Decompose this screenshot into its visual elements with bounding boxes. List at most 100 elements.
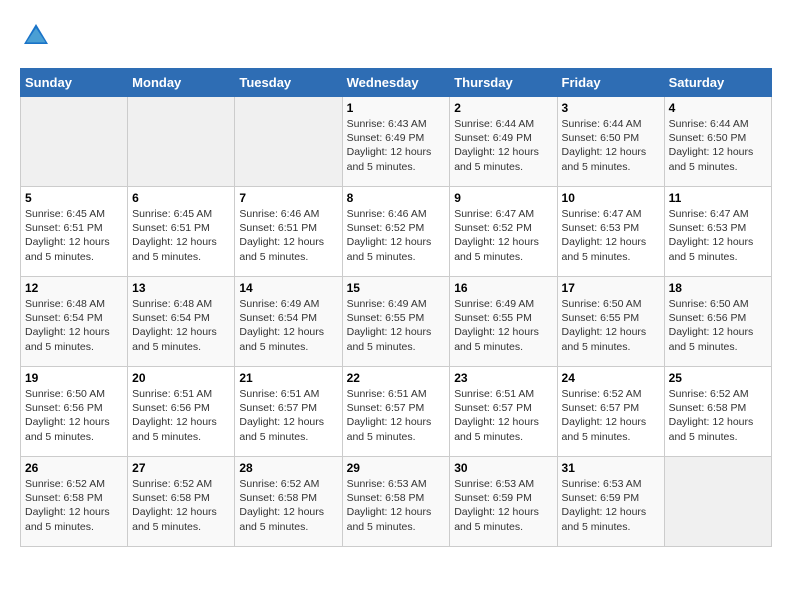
day-info: Sunrise: 6:53 AM Sunset: 6:59 PM Dayligh… (454, 477, 552, 534)
day-info: Sunrise: 6:48 AM Sunset: 6:54 PM Dayligh… (132, 297, 230, 354)
day-number: 12 (25, 281, 123, 295)
day-number: 13 (132, 281, 230, 295)
day-info: Sunrise: 6:44 AM Sunset: 6:50 PM Dayligh… (562, 117, 660, 174)
calendar-cell: 21 Sunrise: 6:51 AM Sunset: 6:57 PM Dayli… (235, 367, 342, 457)
calendar-cell: 11 Sunrise: 6:47 AM Sunset: 6:53 PM Dayli… (664, 187, 771, 277)
day-info: Sunrise: 6:49 AM Sunset: 6:54 PM Dayligh… (239, 297, 337, 354)
day-info: Sunrise: 6:44 AM Sunset: 6:50 PM Dayligh… (669, 117, 767, 174)
calendar-cell: 6Sunrise: 6:45 AM Sunset: 6:51 PM Daylig… (128, 187, 235, 277)
calendar-cell: 8Sunrise: 6:46 AM Sunset: 6:52 PM Daylig… (342, 187, 450, 277)
day-number: 15 (347, 281, 446, 295)
day-number: 18 (669, 281, 767, 295)
calendar-cell (21, 97, 128, 187)
calendar-cell: 4 Sunrise: 6:44 AM Sunset: 6:50 PM Daylig… (664, 97, 771, 187)
day-info: Sunrise: 6:51 AM Sunset: 6:57 PM Dayligh… (454, 387, 552, 444)
day-number: 24 (562, 371, 660, 385)
calendar-cell: 13 Sunrise: 6:48 AM Sunset: 6:54 PM Dayli… (128, 277, 235, 367)
day-info: Sunrise: 6:52 AM Sunset: 6:58 PM Dayligh… (25, 477, 123, 534)
header-friday: Friday (557, 69, 664, 97)
day-number: 20 (132, 371, 230, 385)
day-number: 23 (454, 371, 552, 385)
day-info: Sunrise: 6:44 AM Sunset: 6:49 PM Dayligh… (454, 117, 552, 174)
day-info: Sunrise: 6:47 AM Sunset: 6:53 PM Dayligh… (562, 207, 660, 264)
calendar-cell: 16 Sunrise: 6:49 AM Sunset: 6:55 PM Dayli… (450, 277, 557, 367)
day-info: Sunrise: 6:50 AM Sunset: 6:55 PM Dayligh… (562, 297, 660, 354)
calendar-header-row: SundayMondayTuesdayWednesdayThursdayFrid… (21, 69, 772, 97)
header-saturday: Saturday (664, 69, 771, 97)
calendar-cell (664, 457, 771, 547)
day-info: Sunrise: 6:45 AM Sunset: 6:51 PM Dayligh… (25, 207, 123, 264)
day-info: Sunrise: 6:51 AM Sunset: 6:57 PM Dayligh… (347, 387, 446, 444)
day-info: Sunrise: 6:50 AM Sunset: 6:56 PM Dayligh… (669, 297, 767, 354)
day-info: Sunrise: 6:46 AM Sunset: 6:51 PM Dayligh… (239, 207, 337, 264)
calendar-cell (235, 97, 342, 187)
calendar-cell: 3 Sunrise: 6:44 AM Sunset: 6:50 PM Daylig… (557, 97, 664, 187)
header-wednesday: Wednesday (342, 69, 450, 97)
day-number: 21 (239, 371, 337, 385)
day-info: Sunrise: 6:47 AM Sunset: 6:52 PM Dayligh… (454, 207, 552, 264)
calendar-cell: 15 Sunrise: 6:49 AM Sunset: 6:55 PM Dayli… (342, 277, 450, 367)
calendar-cell: 29 Sunrise: 6:53 AM Sunset: 6:58 PM Dayli… (342, 457, 450, 547)
day-number: 4 (669, 101, 767, 115)
day-number: 28 (239, 461, 337, 475)
calendar-cell: 31Sunrise: 6:53 AM Sunset: 6:59 PM Dayli… (557, 457, 664, 547)
calendar-cell: 5Sunrise: 6:45 AM Sunset: 6:51 PM Daylig… (21, 187, 128, 277)
calendar-cell: 24 Sunrise: 6:52 AM Sunset: 6:57 PM Dayli… (557, 367, 664, 457)
calendar-cell: 30 Sunrise: 6:53 AM Sunset: 6:59 PM Dayli… (450, 457, 557, 547)
calendar-cell: 20Sunrise: 6:51 AM Sunset: 6:56 PM Dayli… (128, 367, 235, 457)
day-number: 30 (454, 461, 552, 475)
calendar-cell: 19 Sunrise: 6:50 AM Sunset: 6:56 PM Dayli… (21, 367, 128, 457)
calendar-week-5: 26 Sunrise: 6:52 AM Sunset: 6:58 PM Dayli… (21, 457, 772, 547)
day-number: 17 (562, 281, 660, 295)
header-thursday: Thursday (450, 69, 557, 97)
day-number: 26 (25, 461, 123, 475)
calendar-cell: 23 Sunrise: 6:51 AM Sunset: 6:57 PM Dayli… (450, 367, 557, 457)
day-info: Sunrise: 6:50 AM Sunset: 6:56 PM Dayligh… (25, 387, 123, 444)
day-number: 9 (454, 191, 552, 205)
day-number: 31 (562, 461, 660, 475)
day-info: Sunrise: 6:46 AM Sunset: 6:52 PM Dayligh… (347, 207, 446, 264)
calendar-week-1: 1 Sunrise: 6:43 AM Sunset: 6:49 PM Daylig… (21, 97, 772, 187)
day-info: Sunrise: 6:43 AM Sunset: 6:49 PM Dayligh… (347, 117, 446, 174)
day-number: 22 (347, 371, 446, 385)
day-info: Sunrise: 6:47 AM Sunset: 6:53 PM Dayligh… (669, 207, 767, 264)
day-info: Sunrise: 6:52 AM Sunset: 6:58 PM Dayligh… (669, 387, 767, 444)
day-number: 2 (454, 101, 552, 115)
logo (20, 20, 58, 52)
day-number: 3 (562, 101, 660, 115)
day-number: 27 (132, 461, 230, 475)
day-info: Sunrise: 6:53 AM Sunset: 6:58 PM Dayligh… (347, 477, 446, 534)
calendar-week-2: 5Sunrise: 6:45 AM Sunset: 6:51 PM Daylig… (21, 187, 772, 277)
header-tuesday: Tuesday (235, 69, 342, 97)
calendar-week-3: 12 Sunrise: 6:48 AM Sunset: 6:54 PM Dayli… (21, 277, 772, 367)
day-number: 10 (562, 191, 660, 205)
day-info: Sunrise: 6:51 AM Sunset: 6:57 PM Dayligh… (239, 387, 337, 444)
calendar-cell: 2 Sunrise: 6:44 AM Sunset: 6:49 PM Daylig… (450, 97, 557, 187)
day-number: 25 (669, 371, 767, 385)
calendar-cell (128, 97, 235, 187)
calendar-week-4: 19 Sunrise: 6:50 AM Sunset: 6:56 PM Dayli… (21, 367, 772, 457)
day-info: Sunrise: 6:45 AM Sunset: 6:51 PM Dayligh… (132, 207, 230, 264)
day-number: 1 (347, 101, 446, 115)
day-number: 29 (347, 461, 446, 475)
calendar-cell: 25 Sunrise: 6:52 AM Sunset: 6:58 PM Dayli… (664, 367, 771, 457)
calendar-cell: 26 Sunrise: 6:52 AM Sunset: 6:58 PM Dayli… (21, 457, 128, 547)
page-header (20, 20, 772, 52)
day-number: 11 (669, 191, 767, 205)
day-number: 16 (454, 281, 552, 295)
calendar-cell: 1 Sunrise: 6:43 AM Sunset: 6:49 PM Daylig… (342, 97, 450, 187)
calendar-cell: 17 Sunrise: 6:50 AM Sunset: 6:55 PM Dayli… (557, 277, 664, 367)
day-number: 19 (25, 371, 123, 385)
day-info: Sunrise: 6:49 AM Sunset: 6:55 PM Dayligh… (454, 297, 552, 354)
calendar-cell: 14 Sunrise: 6:49 AM Sunset: 6:54 PM Dayli… (235, 277, 342, 367)
calendar-cell: 7Sunrise: 6:46 AM Sunset: 6:51 PM Daylig… (235, 187, 342, 277)
day-number: 14 (239, 281, 337, 295)
calendar-cell: 18 Sunrise: 6:50 AM Sunset: 6:56 PM Dayli… (664, 277, 771, 367)
logo-icon (20, 20, 52, 52)
header-sunday: Sunday (21, 69, 128, 97)
day-info: Sunrise: 6:52 AM Sunset: 6:57 PM Dayligh… (562, 387, 660, 444)
day-info: Sunrise: 6:49 AM Sunset: 6:55 PM Dayligh… (347, 297, 446, 354)
day-info: Sunrise: 6:52 AM Sunset: 6:58 PM Dayligh… (132, 477, 230, 534)
calendar-cell: 27 Sunrise: 6:52 AM Sunset: 6:58 PM Dayli… (128, 457, 235, 547)
calendar-cell: 28Sunrise: 6:52 AM Sunset: 6:58 PM Dayli… (235, 457, 342, 547)
